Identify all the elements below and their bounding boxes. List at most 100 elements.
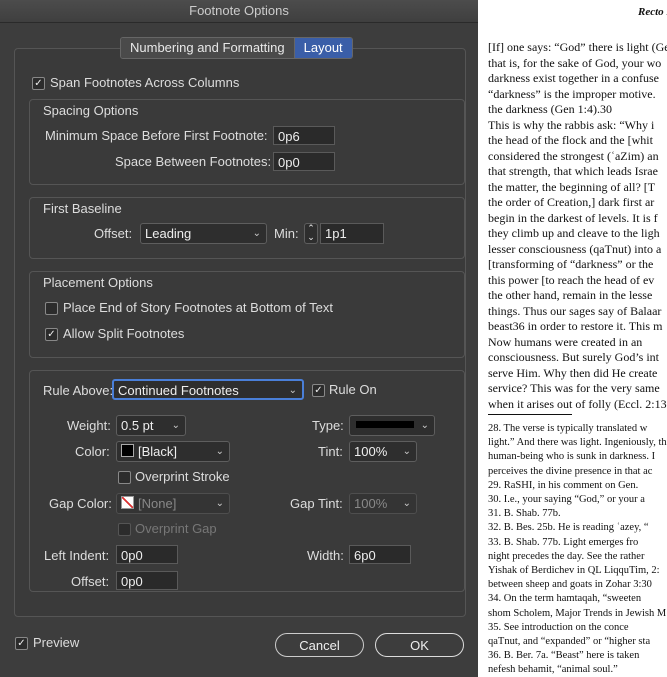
cancel-button[interactable]: Cancel [275,633,364,657]
rule-on-checkbox[interactable]: ✓ [312,384,325,397]
allow-split-label: Allow Split Footnotes [63,326,185,341]
allow-split-checkbox[interactable]: ✓ [45,328,58,341]
text-line: begin in the darkest of levels. It is f [488,210,658,225]
preview-label: Preview [33,635,80,650]
first-baseline-group: First Baseline Offset: Leading ⌄ Min: ⌃ … [29,197,465,259]
width-input[interactable]: 6p0 [349,545,411,564]
footnote-line: human-being who is sunk in darkness. I [488,451,656,463]
footnote-line: 28. The verse is typically translated w [488,423,648,434]
chevron-down-icon: ⌄ [215,498,224,509]
chevron-down-icon: ⌄ [215,446,224,457]
tab-bar: Numbering and Formatting Layout [120,37,353,59]
type-label: Type: [312,418,344,433]
span-columns-label: Span Footnotes Across Columns [50,75,240,90]
text-line: darkness exist together in a confuse [488,71,659,85]
offset-label: Offset: [94,226,133,241]
text-line: the matter, the beginning of all? [T [488,179,656,194]
footnote-line: 34. On the term hamtaqah, “sweeten [488,593,642,605]
chevron-down-icon: ⌄ [420,420,429,431]
offset-rule-input[interactable]: 0p0 [116,571,178,590]
text-line: beast36 in order to restore it. This m [488,319,663,333]
first-baseline-title: First Baseline [43,201,122,216]
footnote-line: between sheep and goats in Zohar 3:30 [488,579,652,591]
min-input[interactable]: 1p1 [320,223,384,244]
text-line: service? This was for the very same [488,381,660,395]
min-stepper[interactable]: ⌃ ⌄ [304,223,318,244]
black-swatch-icon [121,444,134,457]
tab-numbering-formatting[interactable]: Numbering and Formatting [121,38,294,58]
footnote-line: shom Scholem, Major Trends in Jewish M [488,607,667,619]
none-swatch-icon [121,496,134,509]
down-arrow-icon[interactable]: ⌄ [305,233,317,242]
left-indent-label: Left Indent: [44,548,110,563]
overprint-gap-label: Overprint Gap [135,521,217,536]
offset-value: Leading [145,226,192,241]
tint-dropdown[interactable]: 100% ⌄ [349,441,417,462]
footnote-line: qaTnut, and “expanded” or “higher sta [488,636,651,647]
text-line: consciousness. But surely God’s int [488,350,659,364]
chevron-down-icon: ⌄ [252,228,261,239]
ok-button[interactable]: OK [375,633,464,657]
type-dropdown[interactable]: ⌄ [349,415,435,436]
tab-layout[interactable]: Layout [293,38,352,58]
gap-color-value: [None] [138,496,177,511]
between-label: Space Between Footnotes: [115,154,272,169]
text-line: lesser consciousness (qaTnut) into a [488,241,662,256]
footnote-line: 32. B. Bes. 25b. He is reading ʿazey, “ [488,522,649,534]
footnote-line: light.” And there was light. Ingeniously… [488,437,667,449]
text-line: that is, for the sake of God, your wo [488,55,662,70]
chevron-down-icon: ⌄ [402,498,411,509]
gap-color-dropdown[interactable]: [None] ⌄ [116,493,230,514]
footnote-line: perceives the divine presence in that ac [488,465,653,477]
text-line: “darkness” is the improper motive. [488,86,656,101]
weight-label: Weight: [67,418,111,433]
weight-dropdown[interactable]: 0.5 pt ⌄ [116,415,186,436]
min-space-label: Minimum Space Before First Footnote: [45,128,268,143]
text-line: things. Thus our sages say of Balaar [488,303,662,318]
text-line: considered the strongest (ʿaZim) an [488,148,659,163]
gap-tint-label: Gap Tint: [290,496,343,511]
color-dropdown[interactable]: [Black] ⌄ [116,441,230,462]
offset-rule-label: Offset: [71,574,110,589]
footnote-line: night precedes the day. See the rather [488,550,645,562]
spacing-options-group: Spacing Options Minimum Space Before Fir… [29,99,465,185]
rule-above-label: Rule Above: [43,383,114,398]
text-line: [If] one says: “God” there is light (Gen [488,40,667,54]
tint-label: Tint: [318,444,343,459]
text-line: the other hand, remain in the lesse [488,288,653,302]
footnote-line: nefesh behamit, “animal soul.” [488,664,618,676]
min-space-input[interactable]: 0p6 [273,126,335,145]
chevron-down-icon: ⌄ [171,420,180,431]
footnote-options-dialog: Footnote Options ✓ Span Footnotes Across… [0,0,478,677]
document-page: Recto I [If] one says: “God” there is li… [478,0,667,677]
gap-color-label: Gap Color: [49,496,112,511]
text-line: the darkness (Gen 1:4).30 [488,102,612,116]
footnote-line: 30. I.e., your saying “God,” or your a [488,494,645,505]
offset-dropdown[interactable]: Leading ⌄ [140,223,267,244]
color-value: [Black] [138,444,178,459]
text-line: the order of Creation,] dark first ar [488,195,655,209]
footnote-line: 33. B. Shab. 77b. Light emerges fro [488,536,639,548]
layout-panel: ✓ Span Footnotes Across Columns Spacing … [14,48,466,617]
left-indent-input[interactable]: 0p0 [116,545,178,564]
text-line: when it arises out of folly (Eccl. 2:13)… [488,396,667,411]
end-story-label: Place End of Story Footnotes at Bottom o… [63,300,334,315]
solid-line-icon [356,421,414,428]
span-columns-checkbox[interactable]: ✓ [32,77,45,90]
preview-checkbox[interactable]: ✓ [15,637,28,650]
rule-above-dropdown[interactable]: Continued Footnotes ⌄ [112,379,304,400]
end-story-checkbox[interactable] [45,302,58,315]
gap-tint-dropdown[interactable]: 100% ⌄ [349,493,417,514]
between-input[interactable]: 0p0 [273,152,335,171]
footnote-line: 35. See introduction on the conce [488,621,629,633]
text-line: [transforming of “darkness” or the [488,257,654,271]
placement-title: Placement Options [43,275,153,290]
min-label: Min: [274,226,299,241]
spacing-title: Spacing Options [43,103,139,118]
text-line: This is why the rabbis ask: “Why i [488,117,655,132]
text-line: serve Him. Why then did He create [488,365,658,380]
overprint-gap-checkbox[interactable] [118,523,131,536]
overprint-stroke-checkbox[interactable] [118,471,131,484]
gap-tint-value: 100% [354,496,388,511]
text-line: the head of the flock and the [whit [488,133,653,147]
